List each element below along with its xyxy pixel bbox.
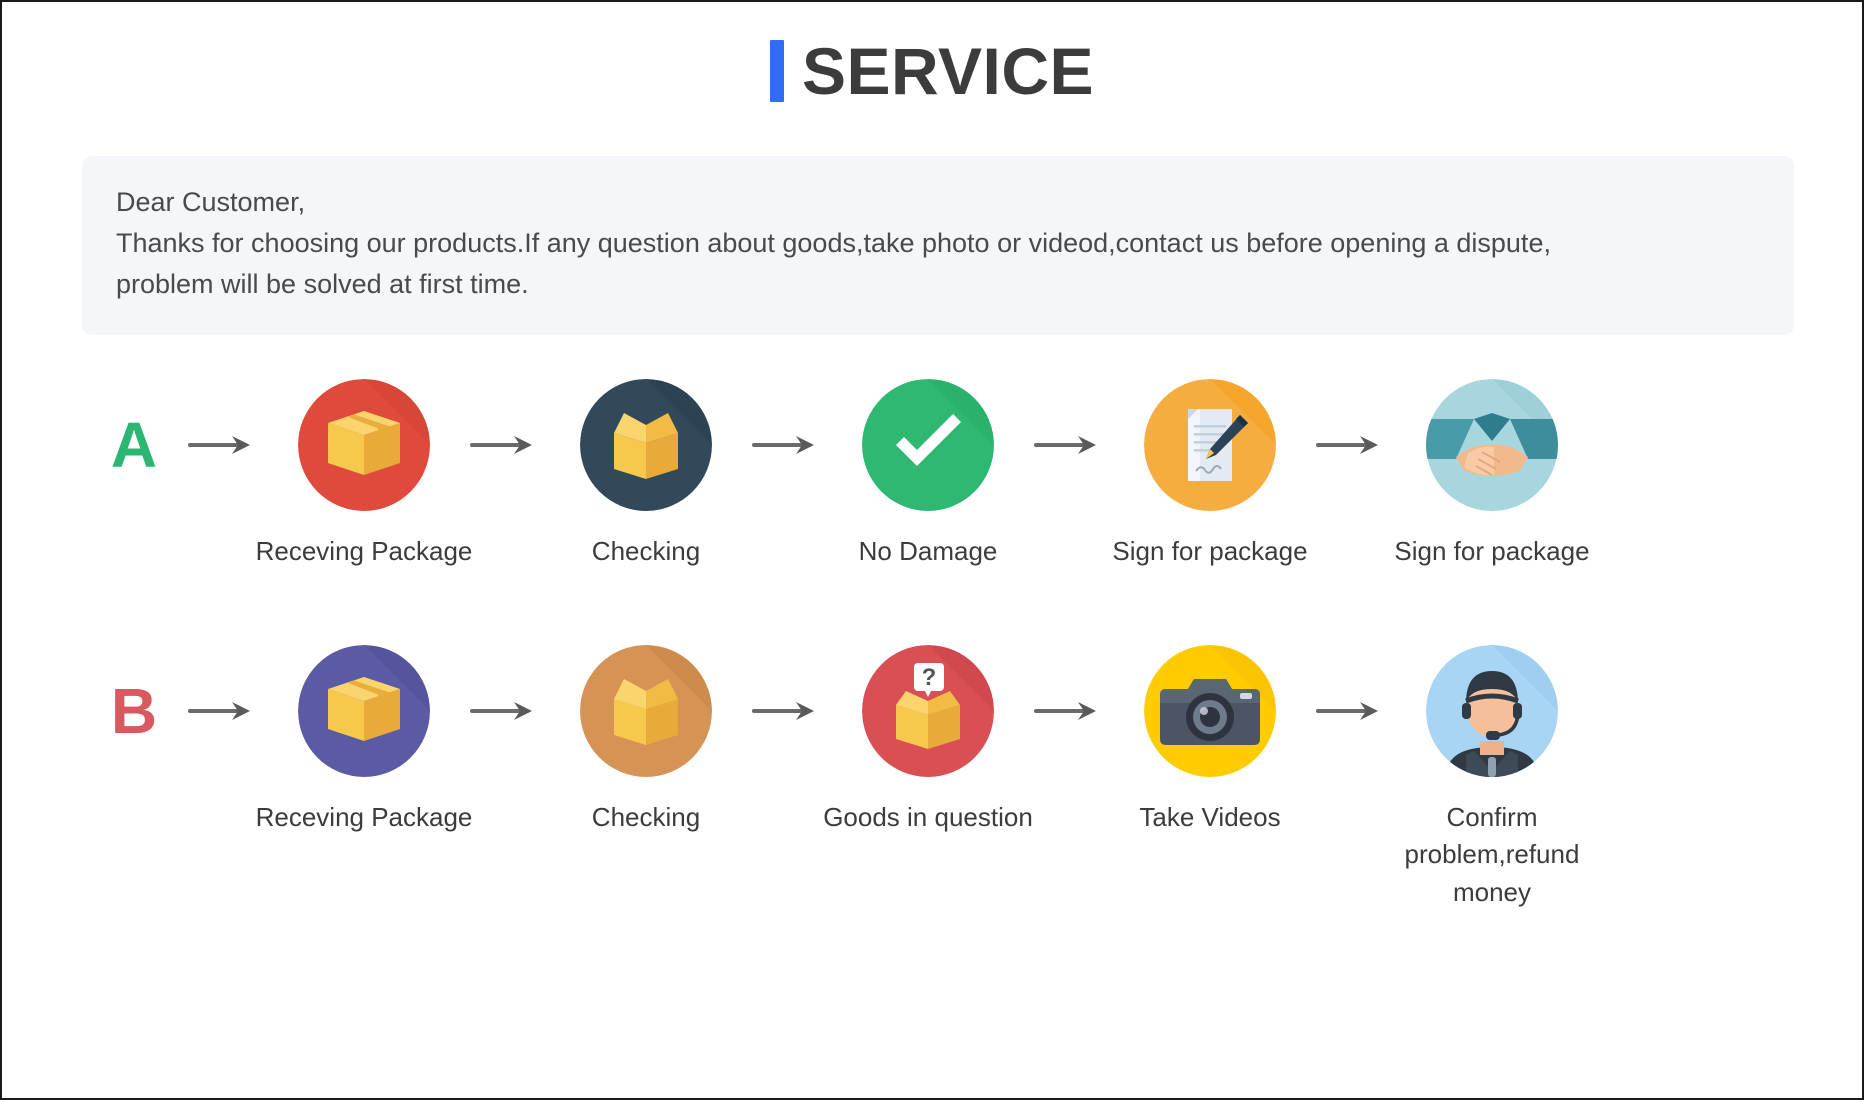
step-a-5-label: Sign for package xyxy=(1394,536,1590,567)
step-b-1: Receving Package xyxy=(256,644,472,837)
step-a-4-label: Sign for package xyxy=(1112,536,1308,567)
question-box-icon: ? xyxy=(862,644,994,777)
title-accent-bar xyxy=(769,40,784,102)
step-a-3-label: No Damage xyxy=(858,536,998,567)
step-a-4: Sign for package xyxy=(1112,379,1308,571)
step-a-2: Checking xyxy=(548,379,744,571)
arrow-right-icon xyxy=(180,379,266,511)
service-infographic-page: SERVICE Dear Customer, Thanks for choosi… xyxy=(0,0,1864,1100)
arrow-right-icon xyxy=(1026,645,1112,777)
page-title: SERVICE xyxy=(2,2,1862,104)
step-b-5: Confirm problem,refund money xyxy=(1394,644,1590,912)
arrow-right-icon xyxy=(462,645,548,777)
arrow-right-icon xyxy=(744,645,830,777)
document-pen-icon xyxy=(1144,379,1276,512)
step-a-1: Receving Package xyxy=(256,379,472,571)
flow-badge-b: B xyxy=(88,645,180,777)
step-b-2: Checking xyxy=(548,644,744,837)
arrow-right-icon xyxy=(744,379,830,511)
camera-icon xyxy=(1144,644,1276,777)
step-b-5-label: Confirm problem,refund money xyxy=(1404,801,1580,908)
notice-line-1: Dear Customer, xyxy=(116,187,306,217)
arrow-right-icon xyxy=(1308,645,1394,777)
step-b-3-label: Goods in question xyxy=(823,801,1033,832)
step-b-3: ? Goods in question xyxy=(823,644,1033,837)
step-a-1-label: Receving Package xyxy=(255,536,473,567)
support-agent-icon xyxy=(1426,644,1558,777)
arrow-right-icon xyxy=(462,379,548,511)
page-title-text: SERVICE xyxy=(801,34,1095,108)
flow-badge-a-letter: A xyxy=(110,409,158,482)
arrow-right-icon xyxy=(1026,379,1112,511)
flow-badge-a: A xyxy=(88,379,180,511)
step-b-2-label: Checking xyxy=(591,801,701,832)
check-mark-icon xyxy=(862,379,994,512)
svg-text:?: ? xyxy=(922,664,937,691)
notice-line-2: Thanks for choosing our products.If any … xyxy=(116,228,1551,259)
package-box-icon xyxy=(298,379,430,512)
step-a-5: Sign for package xyxy=(1394,379,1590,571)
flow-row-a: A Receving Package Checking No Damage Si… xyxy=(2,379,1862,571)
step-b-1-label: Receving Package xyxy=(255,801,473,832)
step-b-4-label: Take Videos xyxy=(1139,801,1281,832)
handshake-icon xyxy=(1426,379,1558,512)
flow-row-b: B Receving Package Checking ? Goods in q… xyxy=(2,644,1862,912)
arrow-right-icon xyxy=(180,645,266,777)
step-a-3: No Damage xyxy=(830,379,1026,571)
customer-notice-box: Dear Customer, Thanks for choosing our p… xyxy=(82,156,1794,336)
open-box-icon xyxy=(580,379,712,512)
notice-line-3: problem will be solved at first time. xyxy=(116,269,529,300)
arrow-right-icon xyxy=(1308,379,1394,511)
step-b-4: Take Videos xyxy=(1112,644,1308,837)
step-a-2-label: Checking xyxy=(591,536,701,567)
flow-badge-b-letter: B xyxy=(110,674,158,747)
open-box-icon xyxy=(580,644,712,777)
package-box-icon xyxy=(298,644,430,777)
